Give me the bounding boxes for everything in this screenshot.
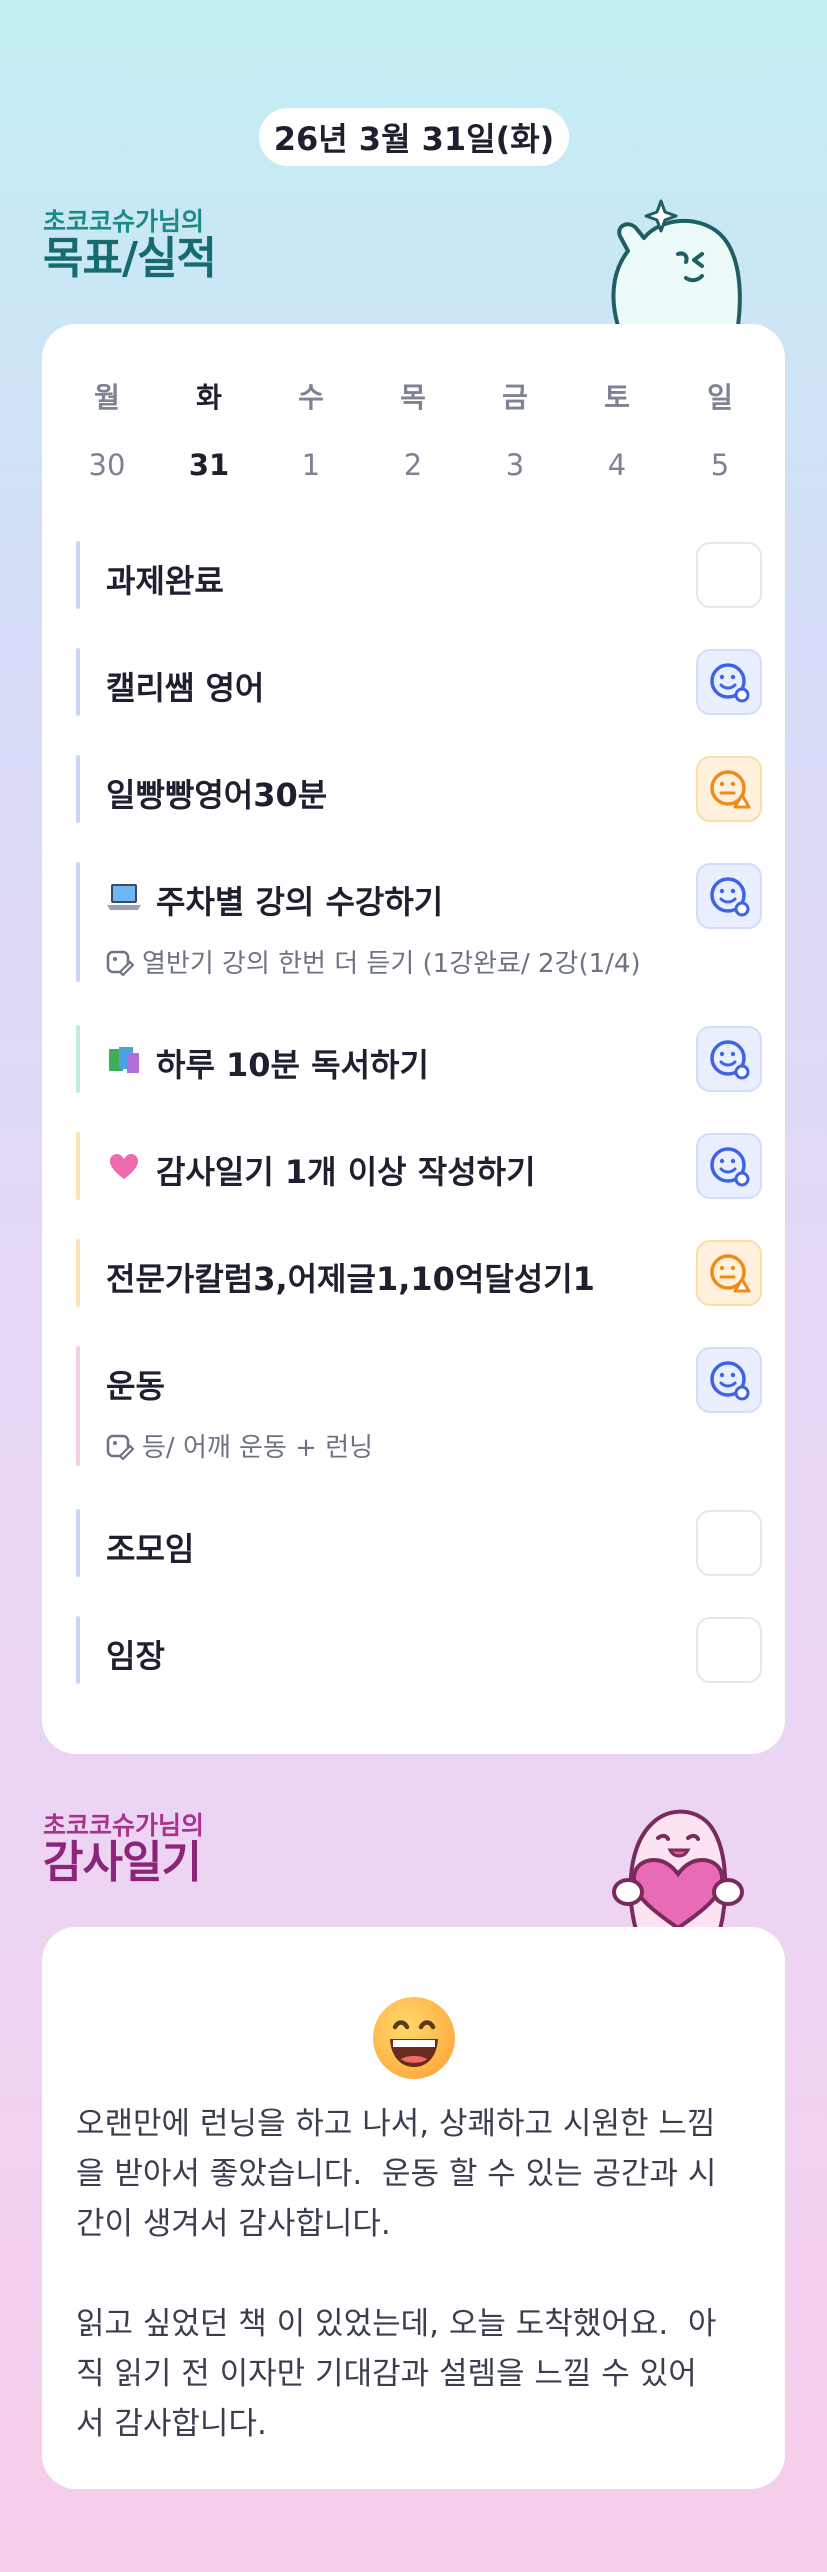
task-title: 과제완료 [106, 562, 224, 600]
task-item[interactable]: 과제완료 [76, 541, 762, 609]
note-icon [106, 1434, 134, 1460]
status-good-icon[interactable] [696, 1347, 762, 1413]
task-color-bar [76, 648, 80, 716]
weekday-label: 금 [502, 381, 528, 414]
goal-owner-label: 초코코슈가님의 [43, 207, 205, 236]
task-color-bar [76, 1509, 80, 1577]
status-good-icon[interactable] [696, 863, 762, 929]
thanks-section-title: 감사일기 [43, 1836, 202, 1888]
heart-icon [106, 1153, 142, 1188]
task-color-bar [76, 1025, 80, 1093]
task-color-bar [76, 862, 80, 982]
weekday-row: 월 화 수 목 금 토 일 [42, 376, 785, 416]
week-strip: 월 화 수 목 금 토 일 30 31 1 2 3 4 5 [42, 376, 785, 488]
mascot-waving-icon [611, 199, 742, 326]
task-title: 일빵빵영어30분 [106, 776, 328, 814]
grinning-face-icon [373, 1997, 455, 2079]
status-partial-icon[interactable] [696, 1240, 762, 1306]
status-good-icon[interactable] [696, 649, 762, 715]
task-title: 하루 10분 독서하기 [106, 1040, 429, 1086]
task-title: 주차별 강의 수강하기 [106, 877, 443, 923]
books-icon [106, 1045, 142, 1082]
thanks-owner-label: 초코코슈가님의 [43, 1811, 205, 1840]
task-title: 감사일기 1개 이상 작성하기 [106, 1147, 536, 1193]
task-color-bar [76, 1616, 80, 1684]
status-check-empty[interactable] [696, 542, 762, 608]
note-icon [106, 950, 134, 976]
task-item[interactable]: 임장 [76, 1616, 762, 1684]
day-number[interactable]: 4 [577, 448, 657, 482]
day-number-selected[interactable]: 31 [169, 448, 249, 482]
weekday-label: 일 [707, 381, 733, 414]
task-title: 캘리쌤 영어 [106, 669, 265, 707]
weekday-label: 목 [400, 381, 426, 414]
day-number[interactable]: 3 [475, 448, 555, 482]
task-item[interactable]: 하루 10분 독서하기 [76, 1025, 762, 1093]
status-good-icon[interactable] [696, 1133, 762, 1199]
task-item[interactable]: 전문가칼럼3,어제글1,10억달성기1 [76, 1239, 762, 1307]
thanks-card: 오랜만에 런닝을 하고 나서, 상쾌하고 시원한 느낌 을 받아서 좋았습니다.… [42, 1927, 785, 2489]
task-color-bar [76, 1346, 80, 1466]
task-title: 운동 [106, 1367, 165, 1405]
task-item[interactable]: 캘리쌤 영어 [76, 648, 762, 716]
status-good-icon[interactable] [696, 1026, 762, 1092]
weekday-label: 월 [94, 381, 120, 414]
task-title: 조모임 [106, 1530, 195, 1568]
status-check-empty[interactable] [696, 1617, 762, 1683]
laptop-icon [106, 882, 142, 919]
goal-card: 월 화 수 목 금 토 일 30 31 1 2 3 4 5 과제완료 캘리쌤 영… [42, 324, 785, 1754]
day-number[interactable]: 2 [373, 448, 453, 482]
task-title: 전문가칼럼3,어제글1,10억달성기1 [106, 1260, 595, 1298]
day-number[interactable]: 5 [680, 448, 760, 482]
goal-section-header: 초코코슈가님의 목표/실적 [43, 207, 217, 284]
task-note: 열반기 강의 한번 더 듣기 (1강완료/ 2강(1/4) [106, 943, 641, 980]
day-number[interactable]: 1 [271, 448, 351, 482]
mascot-heart-icon [612, 1809, 744, 1930]
date-row: 30 31 1 2 3 4 5 [42, 448, 785, 488]
task-color-bar [76, 755, 80, 823]
task-title: 임장 [106, 1637, 165, 1675]
weekday-label: 수 [298, 381, 324, 414]
task-color-bar [76, 1239, 80, 1307]
task-color-bar [76, 1132, 80, 1200]
thanks-entry-text: 오랜만에 런닝을 하고 나서, 상쾌하고 시원한 느낌 을 받아서 좋았습니다.… [76, 2106, 717, 2442]
status-partial-icon[interactable] [696, 756, 762, 822]
weekday-label: 토 [604, 381, 630, 414]
thanks-section-header: 초코코슈가님의 감사일기 [43, 1812, 204, 1886]
day-number[interactable]: 30 [67, 448, 147, 482]
task-item[interactable]: 주차별 강의 수강하기 열반기 강의 한번 더 듣기 (1강완료/ 2강(1/4… [76, 862, 762, 982]
task-item[interactable]: 조모임 [76, 1509, 762, 1577]
goal-section-title: 목표/실적 [43, 232, 217, 284]
task-color-bar [76, 541, 80, 609]
task-item[interactable]: 감사일기 1개 이상 작성하기 [76, 1132, 762, 1200]
weekday-label: 화 [196, 381, 222, 414]
task-item[interactable]: 운동 등/ 어깨 운동 + 런닝 [76, 1346, 762, 1466]
task-note: 등/ 어깨 운동 + 런닝 [106, 1427, 373, 1464]
task-item[interactable]: 일빵빵영어30분 [76, 755, 762, 823]
status-check-empty[interactable] [696, 1510, 762, 1576]
date-pill[interactable]: 26년 3월 31일(화) [259, 108, 569, 166]
